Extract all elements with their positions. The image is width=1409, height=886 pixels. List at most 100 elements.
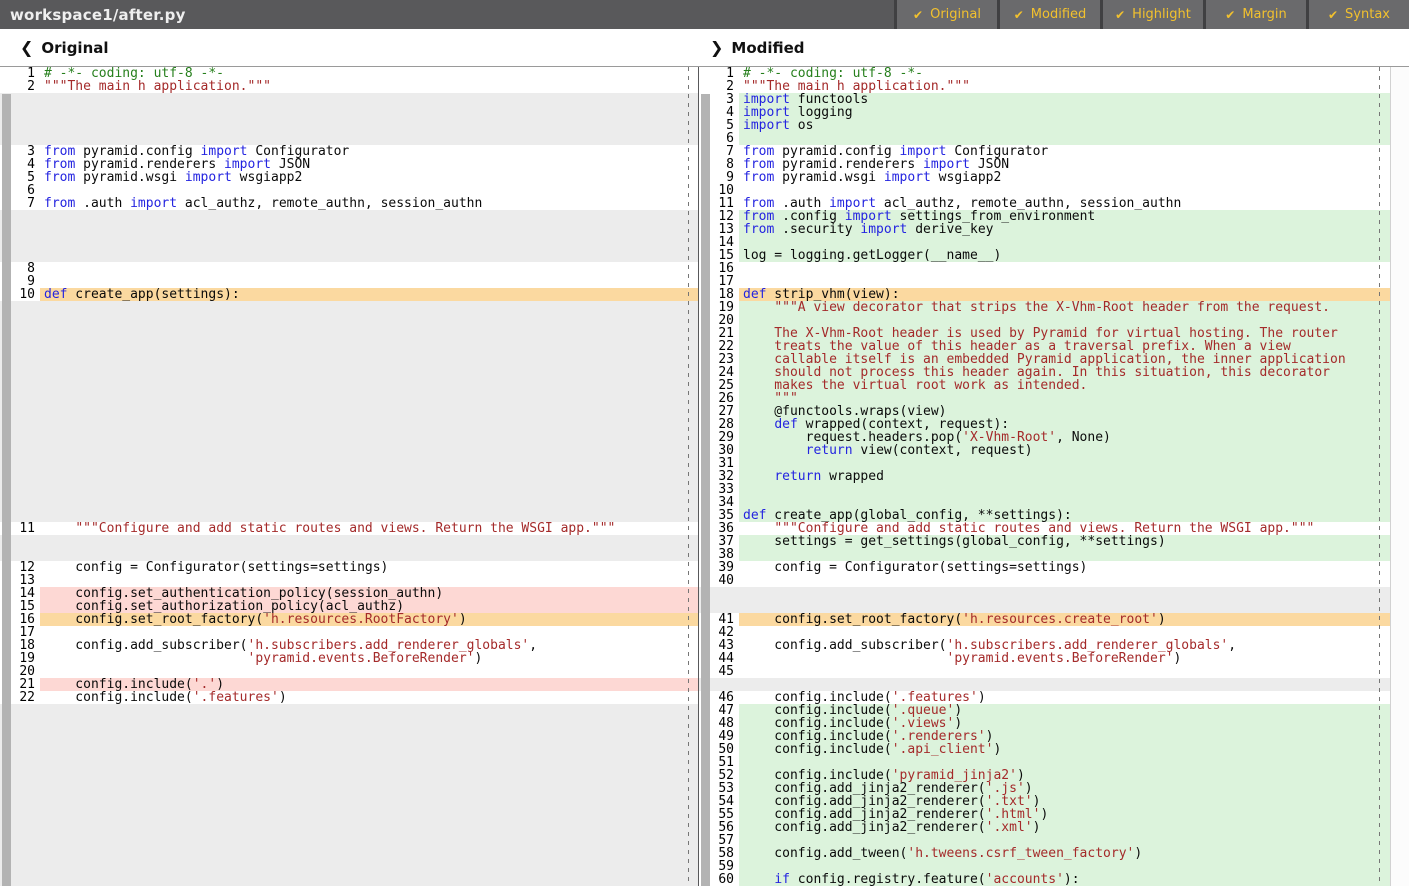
line-number: 2 xyxy=(699,80,739,93)
filler-row xyxy=(0,704,698,717)
code-row: 17 xyxy=(0,626,698,639)
file-title: workspace1/after.py xyxy=(0,6,186,24)
filler-row xyxy=(0,119,698,132)
diff-view: 1# -*- coding: utf-8 -*-2"""The main h a… xyxy=(0,66,1409,886)
code-text: config.include('.renderers') xyxy=(739,730,1390,743)
code-row: 37 settings = get_settings(global_config… xyxy=(699,535,1390,548)
filler-row xyxy=(0,808,698,821)
code-row: 16 xyxy=(699,262,1390,275)
code-row: 17 xyxy=(699,275,1390,288)
code-row: 48 config.include('.views') xyxy=(699,717,1390,730)
code-text: config.add_tween('h.tweens.csrf_tween_fa… xyxy=(739,847,1390,860)
toggle-label: Margin xyxy=(1242,7,1286,22)
code-text xyxy=(40,704,698,717)
code-row: 29 request.headers.pop('X-Vhm-Root', Non… xyxy=(699,431,1390,444)
code-text: # -*- coding: utf-8 -*- xyxy=(40,67,698,80)
filler-row xyxy=(699,600,1390,613)
code-text: config.add_jinja2_renderer('.js') xyxy=(739,782,1390,795)
code-text: def create_app(global_config, **settings… xyxy=(739,509,1390,522)
checkmark-icon: ✔ xyxy=(1225,8,1235,22)
code-text xyxy=(739,548,1390,561)
code-text: import os xyxy=(739,119,1390,132)
toggle-label: Highlight xyxy=(1132,7,1191,22)
modified-pane[interactable]: 1# -*- coding: utf-8 -*-2"""The main h a… xyxy=(698,67,1390,886)
code-text xyxy=(40,795,698,808)
code-row: 5from pyramid.wsgi import wsgiapp2 xyxy=(0,171,698,184)
code-text: config = Configurator(settings=settings) xyxy=(40,561,698,574)
code-text xyxy=(40,496,698,509)
code-row: 10def create_app(settings): xyxy=(0,288,698,301)
code-text: settings = get_settings(global_config, *… xyxy=(739,535,1390,548)
code-text xyxy=(40,314,698,327)
code-row: 4from pyramid.renderers import JSON xyxy=(0,158,698,171)
filler-row xyxy=(0,223,698,236)
chunk-map-strip xyxy=(701,94,710,886)
code-text xyxy=(739,483,1390,496)
checkmark-icon: ✔ xyxy=(1328,8,1338,22)
code-text: # -*- coding: utf-8 -*- xyxy=(739,67,1390,80)
code-text: 'pyramid.events.BeforeRender') xyxy=(40,652,698,665)
filler-row xyxy=(0,483,698,496)
code-text: callable itself is an embedded Pyramid a… xyxy=(739,353,1390,366)
toggle-margin-button[interactable]: ✔ Margin xyxy=(1203,0,1306,29)
code-row: 13from .security import derive_key xyxy=(699,223,1390,236)
column-margin-line xyxy=(688,67,689,886)
code-text xyxy=(739,678,1390,691)
title-bar: workspace1/after.py ✔Original✔Modified✔H… xyxy=(0,0,1409,29)
code-row: 1# -*- coding: utf-8 -*- xyxy=(0,67,698,80)
code-text xyxy=(40,743,698,756)
toggle-modified-button[interactable]: ✔Modified xyxy=(997,0,1100,29)
code-text xyxy=(739,626,1390,639)
checkmark-icon: ✔ xyxy=(913,8,923,22)
code-row: 45 xyxy=(699,665,1390,678)
code-text: def wrapped(context, request): xyxy=(739,418,1390,431)
filler-row xyxy=(0,860,698,873)
code-row: 36 """Configure and add static routes an… xyxy=(699,522,1390,535)
scrollbar-track[interactable] xyxy=(1390,67,1409,886)
code-row: 57 xyxy=(699,834,1390,847)
pane-headers: ❮ Original ❯ Modified xyxy=(0,29,1409,66)
toggle-original-button[interactable]: ✔Original xyxy=(894,0,997,29)
original-pane-header: ❮ Original xyxy=(20,38,109,57)
code-row: 41 config.set_root_factory('h.resources.… xyxy=(699,613,1390,626)
code-text xyxy=(40,327,698,340)
code-row: 51 xyxy=(699,756,1390,769)
toggle-syntax-button[interactable]: ✔Syntax xyxy=(1306,0,1409,29)
code-text: if config.registry.feature('accounts'): xyxy=(739,873,1390,886)
code-text: The X-Vhm-Root header is used by Pyramid… xyxy=(739,327,1390,340)
code-row: 9 xyxy=(0,275,698,288)
code-text xyxy=(40,340,698,353)
checkmark-icon: ✔ xyxy=(1014,8,1024,22)
filler-row xyxy=(0,327,698,340)
code-row: 14 config.set_authentication_policy(sess… xyxy=(0,587,698,600)
code-text xyxy=(40,665,698,678)
code-text xyxy=(40,769,698,782)
code-row: 55 config.add_jinja2_renderer('.html') xyxy=(699,808,1390,821)
code-text: request.headers.pop('X-Vhm-Root', None) xyxy=(739,431,1390,444)
code-text xyxy=(40,808,698,821)
modified-pane-label: Modified xyxy=(731,39,804,57)
code-text xyxy=(40,249,698,262)
code-text xyxy=(739,236,1390,249)
code-text xyxy=(40,483,698,496)
code-row: 20 xyxy=(699,314,1390,327)
code-row: 2"""The main h application.""" xyxy=(699,80,1390,93)
code-text xyxy=(40,470,698,483)
toggle-highlight-button[interactable]: ✔Highlight xyxy=(1100,0,1203,29)
code-text xyxy=(40,457,698,470)
code-row: 12 config = Configurator(settings=settin… xyxy=(0,561,698,574)
code-text xyxy=(40,431,698,444)
original-pane[interactable]: 1# -*- coding: utf-8 -*-2"""The main h a… xyxy=(0,67,698,886)
original-pane-label: Original xyxy=(41,39,108,57)
code-row: 27 @functools.wraps(view) xyxy=(699,405,1390,418)
filler-row xyxy=(0,405,698,418)
code-text: @functools.wraps(view) xyxy=(739,405,1390,418)
code-row: 23 callable itself is an embedded Pyrami… xyxy=(699,353,1390,366)
code-text xyxy=(40,184,698,197)
code-row: 34 xyxy=(699,496,1390,509)
code-row: 6 xyxy=(0,184,698,197)
filler-row xyxy=(0,795,698,808)
code-text xyxy=(40,548,698,561)
code-text xyxy=(739,262,1390,275)
code-text: config.include('.queue') xyxy=(739,704,1390,717)
